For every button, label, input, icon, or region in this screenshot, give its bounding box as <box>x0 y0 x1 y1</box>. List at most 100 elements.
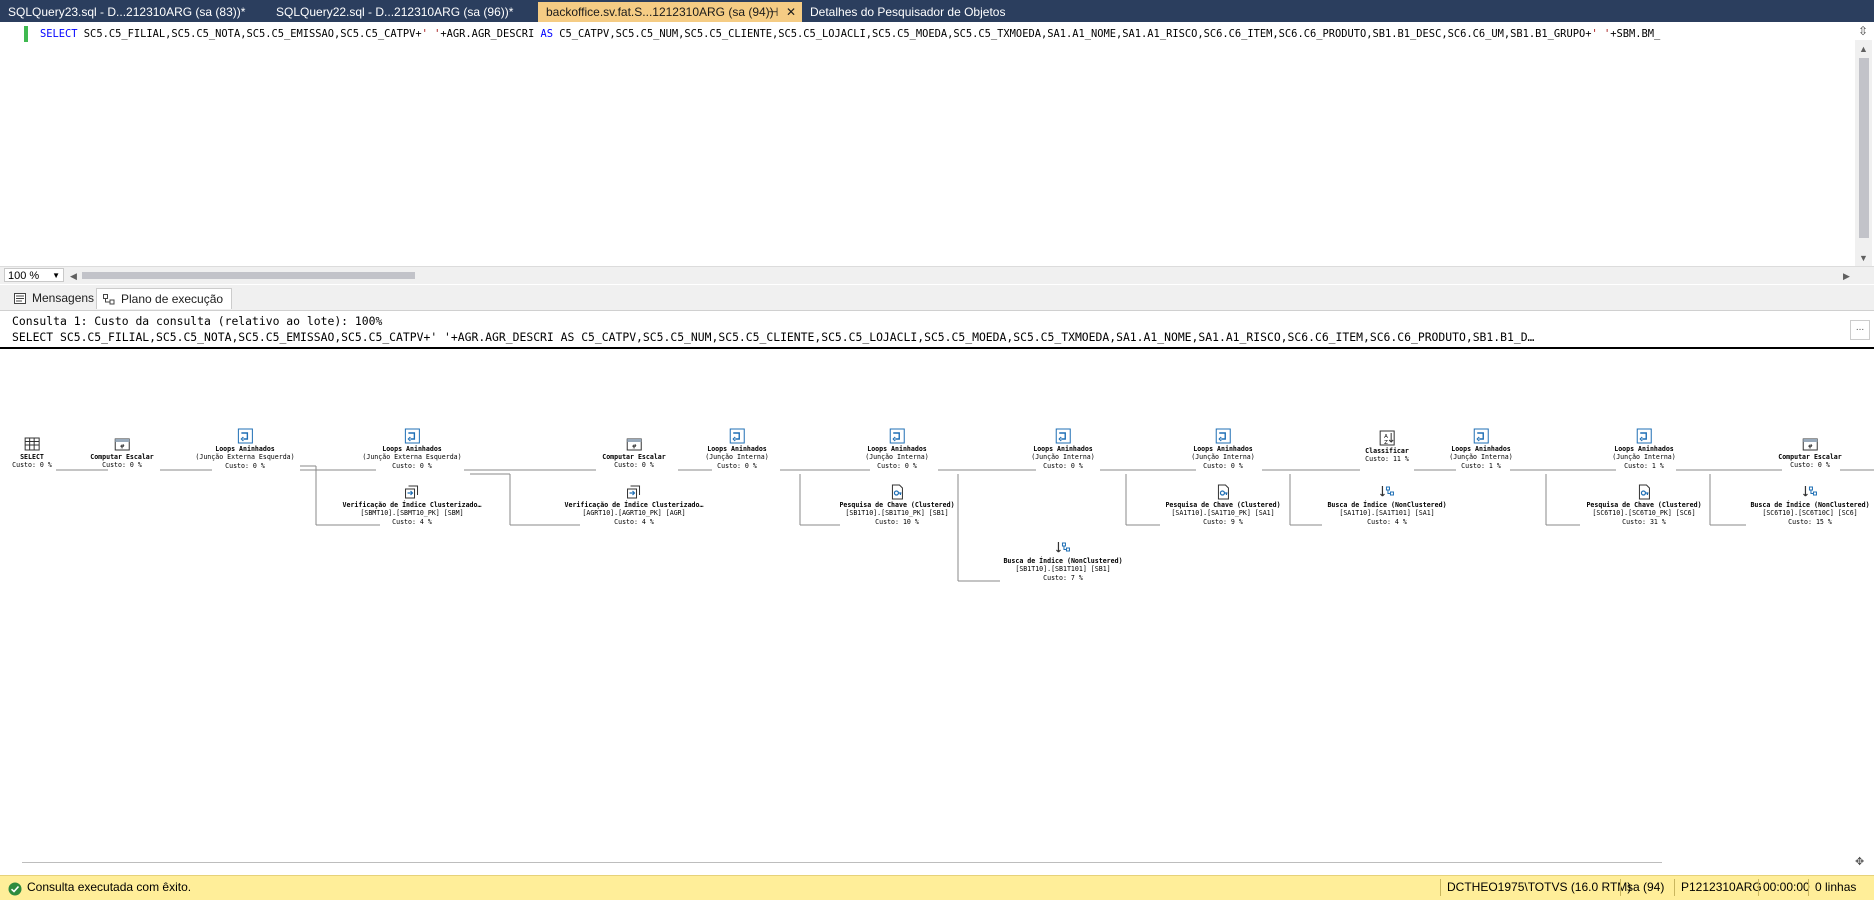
plan-node-compute1[interactable]: # Computar Escalar Custo: 0 % <box>90 436 154 470</box>
clustered-index-scan-icon <box>626 484 642 500</box>
status-rows: 0 linhas <box>1815 880 1857 894</box>
select-icon <box>24 436 40 452</box>
plan-node-cost: Custo: 1 % <box>1461 461 1501 470</box>
plan-node-seek_sc6[interactable]: Busca de Índice (NonClustered) [SC6T10].[… <box>1750 484 1870 526</box>
plan-node-sub: (Junção Interna) <box>1612 453 1676 462</box>
navigate-plan-icon[interactable]: ✥ <box>1855 855 1869 869</box>
plan-node-cost: Custo: 0 % <box>392 461 432 470</box>
plan-node-scan_sbm[interactable]: Verificação de Índice Clusterizado… [SBMT… <box>342 484 482 526</box>
plan-node-sub: [SA1T10].[SA1T101] [SA1] <box>1339 509 1435 518</box>
plan-node-cost: Custo: 1 % <box>1624 461 1664 470</box>
scroll-up-icon[interactable]: ▲ <box>1859 44 1868 54</box>
plan-node-loops2[interactable]: Loops Aninhados (Junção Externa Esquerda)… <box>362 428 462 470</box>
plan-horizontal-scrollbar[interactable] <box>0 855 1874 873</box>
sql-text: +AGR.AGR_DESCRI <box>440 28 541 40</box>
plan-node-loops7[interactable]: Loops Aninhados (Junção Interna) Custo: 1 … <box>1449 428 1513 470</box>
plan-node-title: Pesquisa de Chave (Clustered) <box>839 501 955 509</box>
plan-node-sub: (Junção Interna) <box>705 453 769 462</box>
index-seek-icon <box>1055 540 1071 556</box>
editor-vscroll-thumb[interactable] <box>1859 58 1869 238</box>
compute-scalar-icon: # <box>626 436 642 452</box>
editor-hscroll-thumb[interactable] <box>82 272 415 279</box>
plan-node-seek_sa1[interactable]: Busca de Índice (NonClustered) [SA1T10].[… <box>1327 484 1447 526</box>
tab-sqlquery22[interactable]: SQLQuery22.sql - D...212310ARG (sa (96))… <box>268 2 521 22</box>
plan-node-title: Verificação de Índice Clusterizado… <box>342 501 482 509</box>
plan-node-lookup_sa1[interactable]: Pesquisa de Chave (Clustered) [SA1T10].[S… <box>1165 484 1281 526</box>
plan-node-lookup_sb1[interactable]: Pesquisa de Chave (Clustered) [SB1T10].[S… <box>839 484 955 526</box>
key-lookup-icon <box>1636 484 1652 500</box>
plan-node-sub: (Junção Interna) <box>1191 453 1255 462</box>
sql-text: SC5.C5_FILIAL,SC5.C5_NOTA,SC5.C5_EMISSAO… <box>77 28 422 40</box>
sql-code-line[interactable]: SELECT SC5.C5_FILIAL,SC5.C5_NOTA,SC5.C5_… <box>40 26 1660 42</box>
more-options-button[interactable]: ... <box>1850 320 1870 340</box>
plan-node-title: Verificação de Índice Clusterizado… <box>564 501 704 509</box>
plan-node-lookup_sc6[interactable]: Pesquisa de Chave (Clustered) [SC6T10].[S… <box>1586 484 1702 526</box>
plan-node-sub: [SC6T10].[SC6T10_PK] [SC6] <box>1592 509 1696 518</box>
sql-keyword: AS <box>540 28 554 40</box>
nested-loops-icon <box>1055 428 1071 444</box>
messages-icon <box>14 293 26 304</box>
execution-plan-canvas[interactable]: SELECT Custo: 0 % # Computar Escalar Custo: … <box>0 350 1874 855</box>
plan-node-cost: Custo: 0 % <box>717 461 757 470</box>
plan-node-loops1[interactable]: Loops Aninhados (Junção Externa Esquerda)… <box>195 428 295 470</box>
nested-loops-icon <box>404 428 420 444</box>
svg-text:#: # <box>119 444 124 451</box>
plan-node-sub: [SB1T10].[SB1T10_PK] [SB1] <box>845 509 949 518</box>
plan-node-title: Loops Aninhados <box>1033 445 1093 453</box>
plan-node-cost: Custo: 7 % <box>1043 573 1083 582</box>
scroll-left-icon[interactable]: ◀ <box>70 271 77 281</box>
query-text-line: SELECT SC5.C5_FILIAL,SC5.C5_NOTA,SC5.C5_… <box>12 330 1535 344</box>
pin-icon[interactable]: ⊣ <box>768 2 778 22</box>
scroll-right-icon[interactable]: ▶ <box>1843 271 1850 281</box>
plan-node-title: Computar Escalar <box>90 453 154 461</box>
plan-node-compute3[interactable]: # Computar Escalar Custo: 0 % <box>1778 436 1842 470</box>
plan-node-title: Loops Aninhados <box>867 445 927 453</box>
status-bar: Consulta executada com êxito. DCTHEO1975… <box>0 875 1874 900</box>
tab-backoffice[interactable]: backoffice.sv.fat.S...1212310ARG (sa (94… <box>538 2 802 22</box>
plan-node-scan_agr[interactable]: Verificação de Índice Clusterizado… [AGRT… <box>564 484 704 526</box>
sql-editor[interactable] <box>0 22 1874 266</box>
plan-node-sort[interactable]: A Z Classificar Custo: 11 % <box>1365 430 1409 464</box>
plan-node-cost: Custo: 31 % <box>1622 517 1666 526</box>
plan-node-loops5[interactable]: Loops Aninhados (Junção Interna) Custo: 0 … <box>1031 428 1095 470</box>
plan-node-sub: (Junção Externa Esquerda) <box>195 453 295 462</box>
plan-node-loops4[interactable]: Loops Aninhados (Junção Interna) Custo: 0 … <box>865 428 929 470</box>
plan-node-cost: Custo: 11 % <box>1365 455 1409 464</box>
split-editor-icon[interactable]: ⇳ <box>1858 24 1872 38</box>
plan-node-sub: (Junção Interna) <box>1449 453 1513 462</box>
plan-node-loops8[interactable]: Loops Aninhados (Junção Interna) Custo: 1 … <box>1612 428 1676 470</box>
status-database: P1212310ARG <box>1681 880 1762 894</box>
tab-label: SQLQuery22.sql - D...212310ARG (sa (96))… <box>276 5 514 19</box>
plan-node-loops3[interactable]: Loops Aninhados (Junção Interna) Custo: 0 … <box>705 428 769 470</box>
tab-execution-plan[interactable]: Plano de execução <box>96 288 233 309</box>
plan-node-seek_sb1[interactable]: Busca de Índice (NonClustered) [SB1T10].[… <box>1003 540 1123 582</box>
plan-node-sub: [AGRT10].[AGRT10_PK] [AGR] <box>582 509 686 518</box>
plan-node-title: Busca de Índice (NonClustered) <box>1750 501 1870 509</box>
tab-label: SQLQuery23.sql - D...212310ARG (sa (83))… <box>8 5 246 19</box>
key-lookup-icon <box>1215 484 1231 500</box>
plan-node-compute2[interactable]: # Computar Escalar Custo: 0 % <box>602 436 666 470</box>
plan-node-select[interactable]: SELECT Custo: 0 % <box>12 436 52 470</box>
nested-loops-icon <box>1473 428 1489 444</box>
plan-node-cost: Custo: 0 % <box>102 461 142 470</box>
plan-node-loops6[interactable]: Loops Aninhados (Junção Interna) Custo: 0 … <box>1191 428 1255 470</box>
tab-object-explorer-details[interactable]: Detalhes do Pesquisador de Objetos <box>802 2 1013 22</box>
compute-scalar-icon: # <box>1802 436 1818 452</box>
nested-loops-icon <box>889 428 905 444</box>
zoom-value: 100 % <box>8 270 40 282</box>
tab-sqlquery23[interactable]: SQLQuery23.sql - D...212310ARG (sa (83))… <box>0 2 253 22</box>
tab-messages[interactable]: Mensagens <box>8 288 102 309</box>
plan-node-sub: (Junção Interna) <box>865 453 929 462</box>
scroll-down-icon[interactable]: ▼ <box>1859 253 1868 263</box>
plan-node-title: Busca de Índice (NonClustered) <box>1327 501 1447 509</box>
execution-plan-icon <box>103 294 115 305</box>
close-icon[interactable]: ✕ <box>786 2 796 22</box>
zoom-select[interactable]: 100 % ▼ <box>4 268 64 282</box>
plan-node-cost: Custo: 4 % <box>614 517 654 526</box>
plan-node-cost: Custo: 0 % <box>1043 461 1083 470</box>
plan-node-cost: Custo: 0 % <box>225 461 265 470</box>
clustered-index-scan-icon <box>404 484 420 500</box>
status-user: sa (94) <box>1627 880 1665 894</box>
document-tab-strip: SQLQuery23.sql - D...212310ARG (sa (83))… <box>0 0 1874 22</box>
sort-icon: AZ <box>1379 430 1395 446</box>
